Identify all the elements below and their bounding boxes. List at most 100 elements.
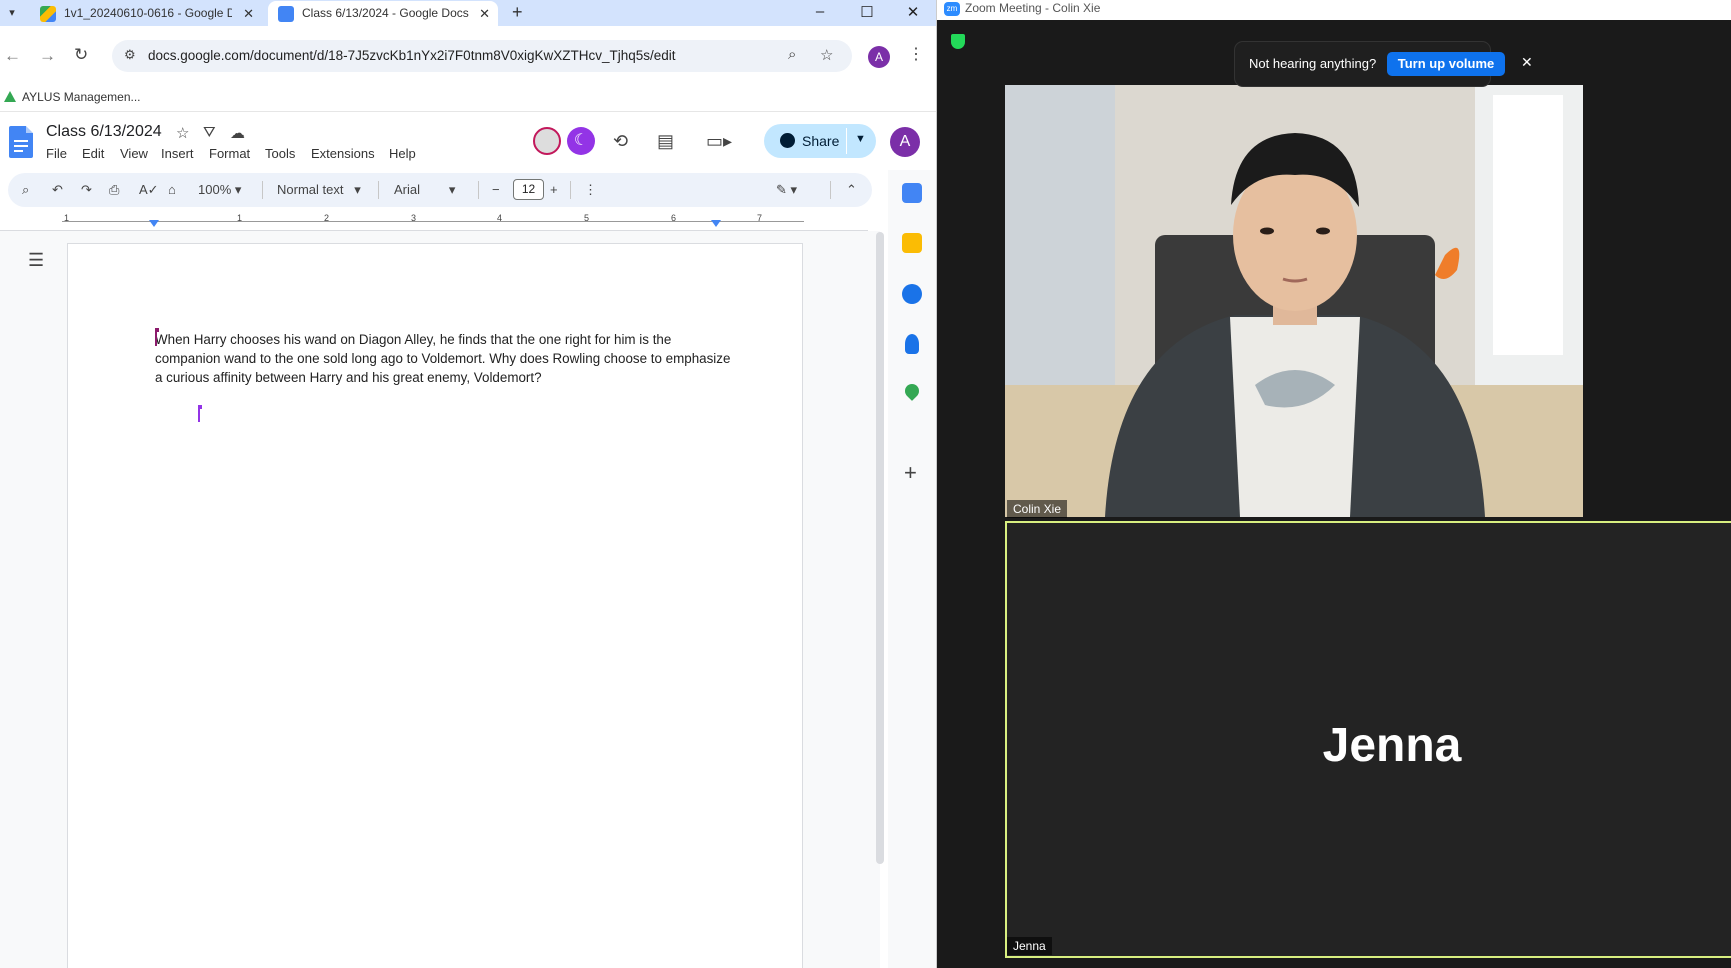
chrome-menu-icon[interactable]: ⋮ — [908, 44, 924, 64]
search-menus-icon[interactable]: ⌕ — [22, 182, 29, 198]
minimize-icon[interactable]: – — [810, 3, 830, 20]
zoom-title-bar: zm Zoom Meeting - Colin Xie — [937, 0, 1731, 20]
redo-icon[interactable]: ↷ — [81, 182, 92, 198]
toolbar-divider — [378, 181, 379, 199]
turn-up-volume-button[interactable]: Turn up volume — [1387, 52, 1505, 76]
tab-docs-title: Class 6/13/2024 - Google Docs — [302, 6, 469, 20]
participant-video-colin[interactable] — [1005, 85, 1583, 517]
comments-icon[interactable]: ▤ — [657, 131, 674, 152]
forward-icon[interactable]: → — [39, 46, 56, 66]
maximize-icon[interactable]: ☐ — [857, 3, 877, 21]
share-button[interactable]: Share ▼ — [764, 124, 876, 158]
chevron-down-icon[interactable]: ▼ — [855, 133, 866, 145]
menu-tools[interactable]: Tools — [265, 146, 295, 161]
style-value: Normal text — [277, 182, 344, 197]
close-tab-icon[interactable]: ✕ — [243, 1, 254, 26]
add-addon-icon[interactable]: + — [904, 460, 917, 486]
menu-file[interactable]: File — [46, 146, 67, 161]
ruler-number: 1 — [64, 213, 70, 223]
calendar-icon[interactable] — [902, 183, 922, 203]
tab-docs[interactable]: Class 6/13/2024 - Google Docs ✕ — [268, 1, 498, 26]
ruler-track — [62, 221, 804, 229]
menu-extensions[interactable]: Extensions — [311, 146, 375, 161]
keep-icon[interactable] — [902, 233, 922, 253]
document-title[interactable]: Class 6/13/2024 — [46, 123, 162, 141]
document-outline-icon[interactable]: ☰ — [28, 250, 44, 271]
back-icon[interactable]: ← — [4, 46, 21, 66]
screen: ▾ 1v1_20240610-0616 - Google Drive ✕ Cla… — [0, 0, 1731, 968]
contacts-icon[interactable] — [905, 334, 919, 354]
chrome-profile-avatar[interactable]: A — [868, 46, 890, 68]
collaborator-cursor — [198, 405, 202, 422]
menu-edit[interactable]: Edit — [82, 146, 104, 161]
toolbar-divider — [570, 181, 571, 199]
ruler-number: 1 — [237, 213, 243, 223]
decrease-font-icon[interactable]: − — [492, 182, 500, 197]
ruler-number: 4 — [497, 213, 503, 223]
close-icon[interactable]: ✕ — [1521, 54, 1533, 71]
font-size-input[interactable]: 12 — [513, 179, 544, 200]
cloud-status-icon[interactable]: ☁ — [230, 124, 245, 142]
left-indent-marker[interactable] — [149, 220, 159, 227]
collaborator-cursor — [155, 328, 159, 346]
reload-icon[interactable]: ↻ — [74, 45, 88, 65]
url-text[interactable]: docs.google.com/document/d/18-7J5zvcKb1n… — [148, 48, 676, 63]
ruler: 1 1 2 3 4 5 6 7 — [0, 213, 868, 231]
bookmark-star-icon[interactable]: ☆ — [820, 46, 833, 64]
version-history-icon[interactable]: ⟲ — [613, 131, 628, 152]
side-panel: + — [888, 170, 936, 968]
participant-display-name: Jenna — [1322, 719, 1462, 772]
collapse-menus-icon[interactable]: ⌃ — [846, 182, 857, 198]
menu-view[interactable]: View — [120, 146, 148, 161]
bookmark-aylus[interactable]: AYLUS Managemen... — [4, 90, 141, 104]
print-icon[interactable]: ⎙ — [109, 182, 119, 198]
participant-tile-jenna[interactable]: Jenna — [1005, 521, 1731, 958]
meet-video-icon[interactable]: ▭▸ — [706, 131, 732, 152]
menu-format[interactable]: Format — [209, 146, 250, 161]
zoom-select[interactable]: 100% ▾ — [198, 182, 241, 198]
zoom-window: zm Zoom Meeting - Colin Xie Colin Xie No… — [937, 0, 1731, 968]
vertical-scrollbar[interactable] — [876, 232, 884, 864]
zoom-magnifier-icon[interactable]: ⌕ — [788, 46, 796, 63]
bookmark-label: AYLUS Managemen... — [22, 90, 141, 104]
collaborator-avatar-icon[interactable]: ☾ — [567, 127, 595, 155]
close-window-icon[interactable]: ✕ — [903, 3, 923, 21]
zoom-window-title: Zoom Meeting - Colin Xie — [965, 1, 1101, 15]
ruler-number: 3 — [411, 213, 417, 223]
menu-help[interactable]: Help — [389, 146, 416, 161]
tab-drive-title: 1v1_20240610-0616 - Google Drive — [64, 6, 232, 20]
account-avatar[interactable]: A — [890, 127, 920, 157]
docs-logo-icon[interactable] — [9, 126, 33, 158]
spellcheck-icon[interactable]: A✓ — [139, 182, 159, 198]
close-tab-icon[interactable]: ✕ — [479, 1, 490, 26]
tasks-icon[interactable] — [902, 284, 922, 304]
banner-message: Not hearing anything? — [1249, 56, 1377, 71]
menu-insert[interactable]: Insert — [161, 146, 194, 161]
tab-drive[interactable]: 1v1_20240610-0616 - Google Drive ✕ — [30, 1, 262, 26]
site-info-icon[interactable]: ⚙ — [124, 47, 136, 63]
participant-name-label: Colin Xie — [1007, 500, 1068, 518]
right-indent-marker[interactable] — [711, 220, 721, 227]
paint-format-icon[interactable]: ⌂ — [168, 182, 176, 197]
more-options-icon[interactable]: ⋮ — [584, 182, 597, 198]
font-value: Arial — [394, 182, 421, 197]
move-to-folder-icon[interactable]: ⛛ — [203, 124, 216, 141]
tab-search-icon[interactable]: ▾ — [4, 5, 20, 21]
undo-icon[interactable]: ↶ — [52, 182, 63, 198]
font-select[interactable]: Arial ▾ — [394, 182, 455, 198]
google-drive-icon — [40, 6, 56, 22]
collaborator-avatar[interactable] — [533, 127, 561, 155]
drive-bookmark-icon — [4, 91, 16, 102]
globe-icon — [780, 133, 795, 148]
ruler-number: 6 — [671, 213, 677, 223]
style-select[interactable]: Normal text ▾ — [277, 182, 361, 198]
maps-icon[interactable] — [902, 381, 922, 401]
new-tab-icon[interactable]: + — [512, 2, 523, 23]
audio-notification-banner: Not hearing anything? Turn up volume ✕ — [1235, 42, 1533, 86]
editing-mode-icon[interactable]: ✎ ▾ — [776, 182, 797, 198]
address-bar[interactable]: ⚙ docs.google.com/document/d/18-7J5zvcKb… — [112, 40, 852, 72]
increase-font-icon[interactable]: + — [550, 182, 558, 197]
encryption-shield-icon[interactable] — [951, 34, 965, 49]
document-body-text[interactable]: When Harry chooses his wand on Diagon Al… — [155, 330, 735, 387]
star-icon[interactable]: ☆ — [176, 124, 189, 142]
